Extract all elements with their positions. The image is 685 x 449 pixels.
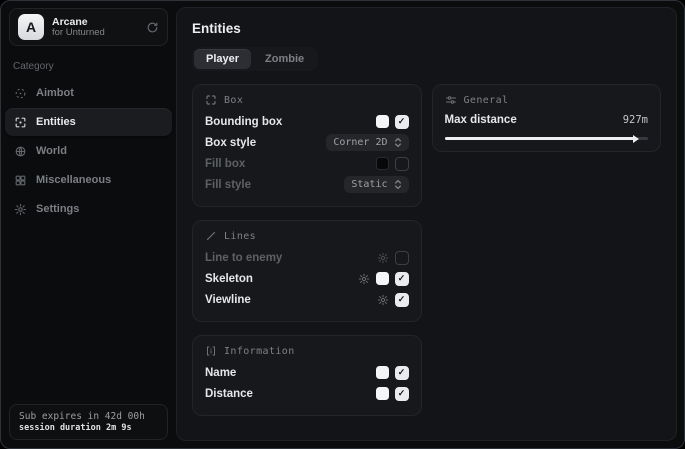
grid-icon	[14, 174, 27, 187]
check-icon: ✓	[398, 274, 406, 283]
row-settings-gear-icon[interactable]	[358, 273, 370, 285]
sidebar-item-entities[interactable]: Entities	[5, 108, 172, 136]
check-icon: ✓	[398, 295, 406, 304]
sidebar-item-label: World	[36, 145, 67, 157]
setting-row-box-style: Box style Corner 2D	[205, 132, 409, 153]
check-icon: ✓	[398, 117, 406, 126]
app-header-card: A Arcane for Unturned	[9, 8, 168, 46]
crosshair-icon	[14, 87, 27, 100]
color-swatch[interactable]	[376, 387, 389, 400]
setting-label: Line to enemy	[205, 252, 282, 264]
tab-zombie[interactable]: Zombie	[253, 49, 316, 69]
setting-label: Bounding box	[205, 116, 282, 128]
app-logo: A	[18, 14, 44, 40]
box-corners-icon	[205, 94, 217, 106]
sidebar-item-settings[interactable]: Settings	[5, 195, 172, 223]
checkbox[interactable]: ✓	[395, 115, 409, 129]
information-card: Information Name ✓ Distance ✓	[192, 335, 422, 416]
section-title: General	[464, 95, 509, 106]
general-card: General Max distance 927m	[432, 84, 662, 152]
section-title: Lines	[224, 231, 256, 242]
tab-group: Player Zombie	[192, 47, 318, 71]
lines-card: Lines Line to enemy ✓	[192, 220, 422, 322]
sidebar-item-label: Miscellaneous	[36, 174, 111, 186]
chevrons-up-down-icon	[394, 179, 402, 190]
box-style-select[interactable]: Corner 2D	[326, 134, 408, 151]
setting-label: Max distance	[445, 114, 517, 126]
info-scan-icon	[205, 345, 217, 357]
fill-style-select[interactable]: Static	[344, 176, 408, 193]
app-window: A Arcane for Unturned Category Aimbot	[0, 0, 685, 449]
section-title: Information	[224, 346, 295, 357]
setting-row-max-distance: Max distance 927m	[445, 111, 649, 129]
checkbox[interactable]: ✓	[395, 272, 409, 286]
setting-label: Distance	[205, 388, 253, 400]
checkbox[interactable]: ✓	[395, 157, 409, 171]
entities-scan-icon	[14, 116, 27, 129]
color-swatch[interactable]	[376, 366, 389, 379]
page-title: Entities	[192, 21, 661, 36]
category-label: Category	[13, 61, 164, 72]
slider-fill	[445, 137, 634, 140]
sidebar-item-label: Settings	[36, 203, 79, 215]
session-duration-text: session duration 2m 9s	[19, 423, 158, 433]
diagonal-line-icon	[205, 230, 217, 242]
setting-label: Fill box	[205, 158, 245, 170]
setting-label: Name	[205, 367, 236, 379]
sub-expires-text: Sub expires in 42d 00h	[19, 411, 158, 422]
right-column: General Max distance 927m	[432, 84, 662, 152]
color-swatch[interactable]	[376, 272, 389, 285]
select-value: Corner 2D	[333, 137, 387, 148]
sidebar-item-miscellaneous[interactable]: Miscellaneous	[5, 166, 172, 194]
setting-row-skeleton: Skeleton ✓	[205, 268, 409, 289]
sidebar-item-aimbot[interactable]: Aimbot	[5, 79, 172, 107]
setting-label: Box style	[205, 137, 256, 149]
app-subtitle: for Unturned	[52, 28, 105, 39]
globe-icon	[14, 145, 27, 158]
sidebar-nav: Aimbot Entities World	[1, 79, 176, 223]
sidebar: A Arcane for Unturned Category Aimbot	[1, 1, 176, 448]
setting-row-fill-style: Fill style Static	[205, 174, 409, 195]
checkbox[interactable]: ✓	[395, 387, 409, 401]
row-settings-gear-icon[interactable]	[377, 252, 389, 264]
tab-player[interactable]: Player	[194, 49, 251, 69]
row-settings-gear-icon[interactable]	[377, 294, 389, 306]
setting-row-viewline: Viewline ✓	[205, 289, 409, 310]
subscription-card: Sub expires in 42d 00h session duration …	[9, 404, 168, 440]
max-distance-value: 927m	[623, 114, 648, 126]
checkbox[interactable]: ✓	[395, 366, 409, 380]
gear-icon	[14, 203, 27, 216]
setting-row-line-to-enemy: Line to enemy ✓	[205, 247, 409, 268]
sidebar-item-label: Entities	[36, 116, 76, 128]
app-name: Arcane	[52, 16, 105, 28]
check-icon: ✓	[398, 368, 406, 377]
box-card: Box Bounding box ✓ Box style Co	[192, 84, 422, 207]
max-distance-slider[interactable]	[445, 137, 649, 140]
section-title: Box	[224, 95, 243, 106]
setting-label: Skeleton	[205, 273, 253, 285]
sync-icon[interactable]	[146, 21, 159, 34]
sidebar-item-world[interactable]: World	[5, 137, 172, 165]
setting-label: Fill style	[205, 179, 251, 191]
setting-row-bounding-box: Bounding box ✓	[205, 111, 409, 132]
main-panel: Entities Player Zombie Box	[176, 7, 677, 441]
checkbox[interactable]: ✓	[395, 293, 409, 307]
sliders-icon	[445, 94, 457, 106]
setting-row-name: Name ✓	[205, 362, 409, 383]
select-value: Static	[351, 179, 387, 190]
checkbox[interactable]: ✓	[395, 251, 409, 265]
setting-row-fill-box: Fill box ✓	[205, 153, 409, 174]
color-swatch[interactable]	[376, 157, 389, 170]
left-column: Box Bounding box ✓ Box style Co	[192, 84, 422, 416]
setting-row-distance: Distance ✓	[205, 383, 409, 404]
sidebar-item-label: Aimbot	[36, 87, 74, 99]
setting-label: Viewline	[205, 294, 251, 306]
color-swatch[interactable]	[376, 115, 389, 128]
check-icon: ✓	[398, 389, 406, 398]
chevrons-up-down-icon	[394, 137, 402, 148]
